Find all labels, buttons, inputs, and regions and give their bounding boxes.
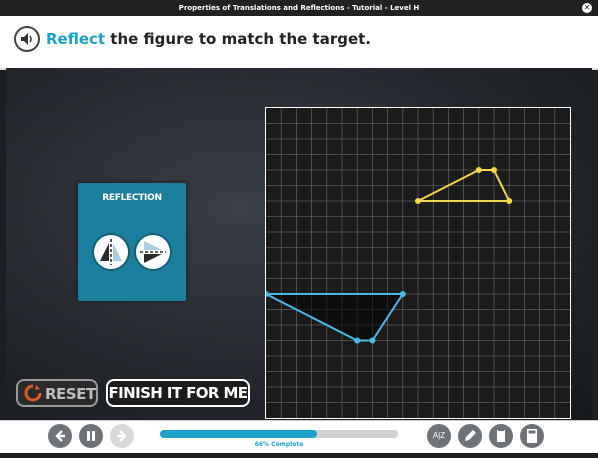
- target-shape-vertex: [475, 167, 482, 173]
- speaker-icon[interactable]: [14, 26, 40, 52]
- glossary-icon: A|Z: [432, 431, 446, 440]
- target-shape-vertex: [415, 198, 421, 204]
- pause-icon: [87, 431, 95, 441]
- calculator-icon: [527, 429, 537, 443]
- target-shape-vertex: [506, 198, 513, 204]
- calculator-button[interactable]: [520, 424, 544, 448]
- vertical-reflection-button[interactable]: [94, 235, 128, 269]
- reset-button[interactable]: RESET: [16, 379, 98, 407]
- panel-title: REFLECTION: [102, 193, 162, 203]
- horizontal-reflection-button[interactable]: [136, 235, 170, 269]
- reset-label: RESET: [45, 385, 96, 403]
- pause-button[interactable]: [79, 424, 103, 448]
- reflection-panel: REFLECTION: [78, 183, 186, 301]
- figure-shape-vertex[interactable]: [369, 337, 376, 344]
- close-icon[interactable]: ✕: [582, 3, 592, 13]
- instruction-keyword: Reflect: [46, 30, 106, 48]
- forward-button[interactable]: [110, 424, 134, 448]
- back-arrow-icon: [55, 430, 65, 442]
- reset-icon: [24, 384, 42, 402]
- grid-canvas: [263, 108, 570, 418]
- pencil-button[interactable]: [458, 424, 482, 448]
- vertical-reflection-icon: [100, 239, 122, 265]
- horizontal-reflection-icon: [140, 241, 166, 263]
- figure-shape-vertex[interactable]: [354, 337, 361, 344]
- back-button[interactable]: [48, 424, 72, 448]
- notepad-button[interactable]: [489, 424, 513, 448]
- window-title: Properties of Translations and Reflectio…: [178, 4, 420, 12]
- figure-shape-vertex[interactable]: [399, 291, 406, 297]
- target-shape-vertex: [491, 167, 497, 173]
- window-titlebar: Properties of Translations and Reflectio…: [0, 0, 598, 16]
- notepad-icon: [497, 429, 505, 442]
- finish-it-for-me-button[interactable]: FINISH IT FOR ME: [106, 379, 250, 407]
- pencil-icon: [465, 430, 476, 441]
- instruction-rest: the figure to match the target.: [105, 30, 371, 48]
- glossary-button[interactable]: A|Z: [427, 424, 451, 448]
- progress-fill: [160, 430, 318, 438]
- forward-arrow-icon: [117, 430, 127, 442]
- figure-shape[interactable]: [265, 293, 405, 342]
- instruction-text: Reflect the figure to match the target.: [46, 30, 371, 48]
- instruction-header: Reflect the figure to match the target.: [0, 16, 598, 70]
- progress-label: 66% Complete: [254, 441, 304, 448]
- coordinate-grid[interactable]: [263, 107, 571, 419]
